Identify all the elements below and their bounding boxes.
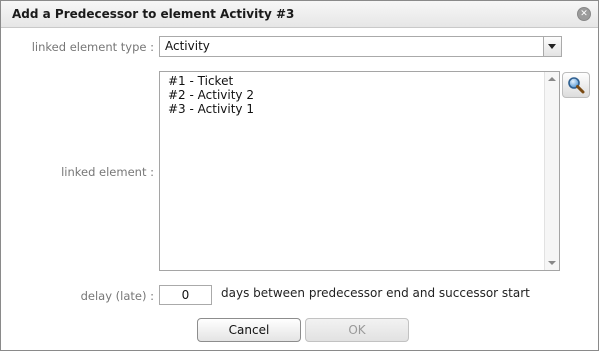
listbox-scrollbar[interactable] [544, 72, 559, 270]
cancel-button[interactable]: Cancel [197, 318, 301, 342]
linked-element-listbox[interactable]: #1 - Ticket #2 - Activity 2 #3 - Activity … [159, 71, 560, 271]
list-item[interactable]: #2 - Activity 2 [168, 88, 254, 102]
ok-button[interactable]: OK [305, 318, 409, 342]
linked-element-type-select[interactable]: Activity [159, 36, 562, 57]
close-icon[interactable]: ✕ [577, 7, 591, 21]
linked-element-list: #1 - Ticket #2 - Activity 2 #3 - Activity … [168, 74, 254, 116]
scroll-up-icon[interactable] [548, 77, 556, 81]
delay-description: days between predecessor end and success… [221, 286, 530, 300]
dialog-title: Add a Predecessor to element Activity #3 [12, 7, 295, 21]
linked-element-label: linked element : [61, 165, 154, 179]
delay-label: delay (late) : [80, 289, 154, 303]
chevron-down-icon[interactable] [543, 37, 561, 56]
linked-element-type-label: linked element type : [31, 40, 154, 54]
dialog-titlebar: Add a Predecessor to element Activity #3… [1, 1, 598, 28]
search-button[interactable] [562, 72, 590, 98]
list-item[interactable]: #3 - Activity 1 [168, 102, 254, 116]
predecessor-dialog: Add a Predecessor to element Activity #3… [0, 0, 599, 351]
magnifier-icon [568, 77, 585, 94]
delay-input[interactable] [159, 285, 212, 305]
linked-element-type-value: Activity [165, 39, 210, 53]
list-item[interactable]: #1 - Ticket [168, 74, 254, 88]
scroll-down-icon[interactable] [548, 261, 556, 265]
